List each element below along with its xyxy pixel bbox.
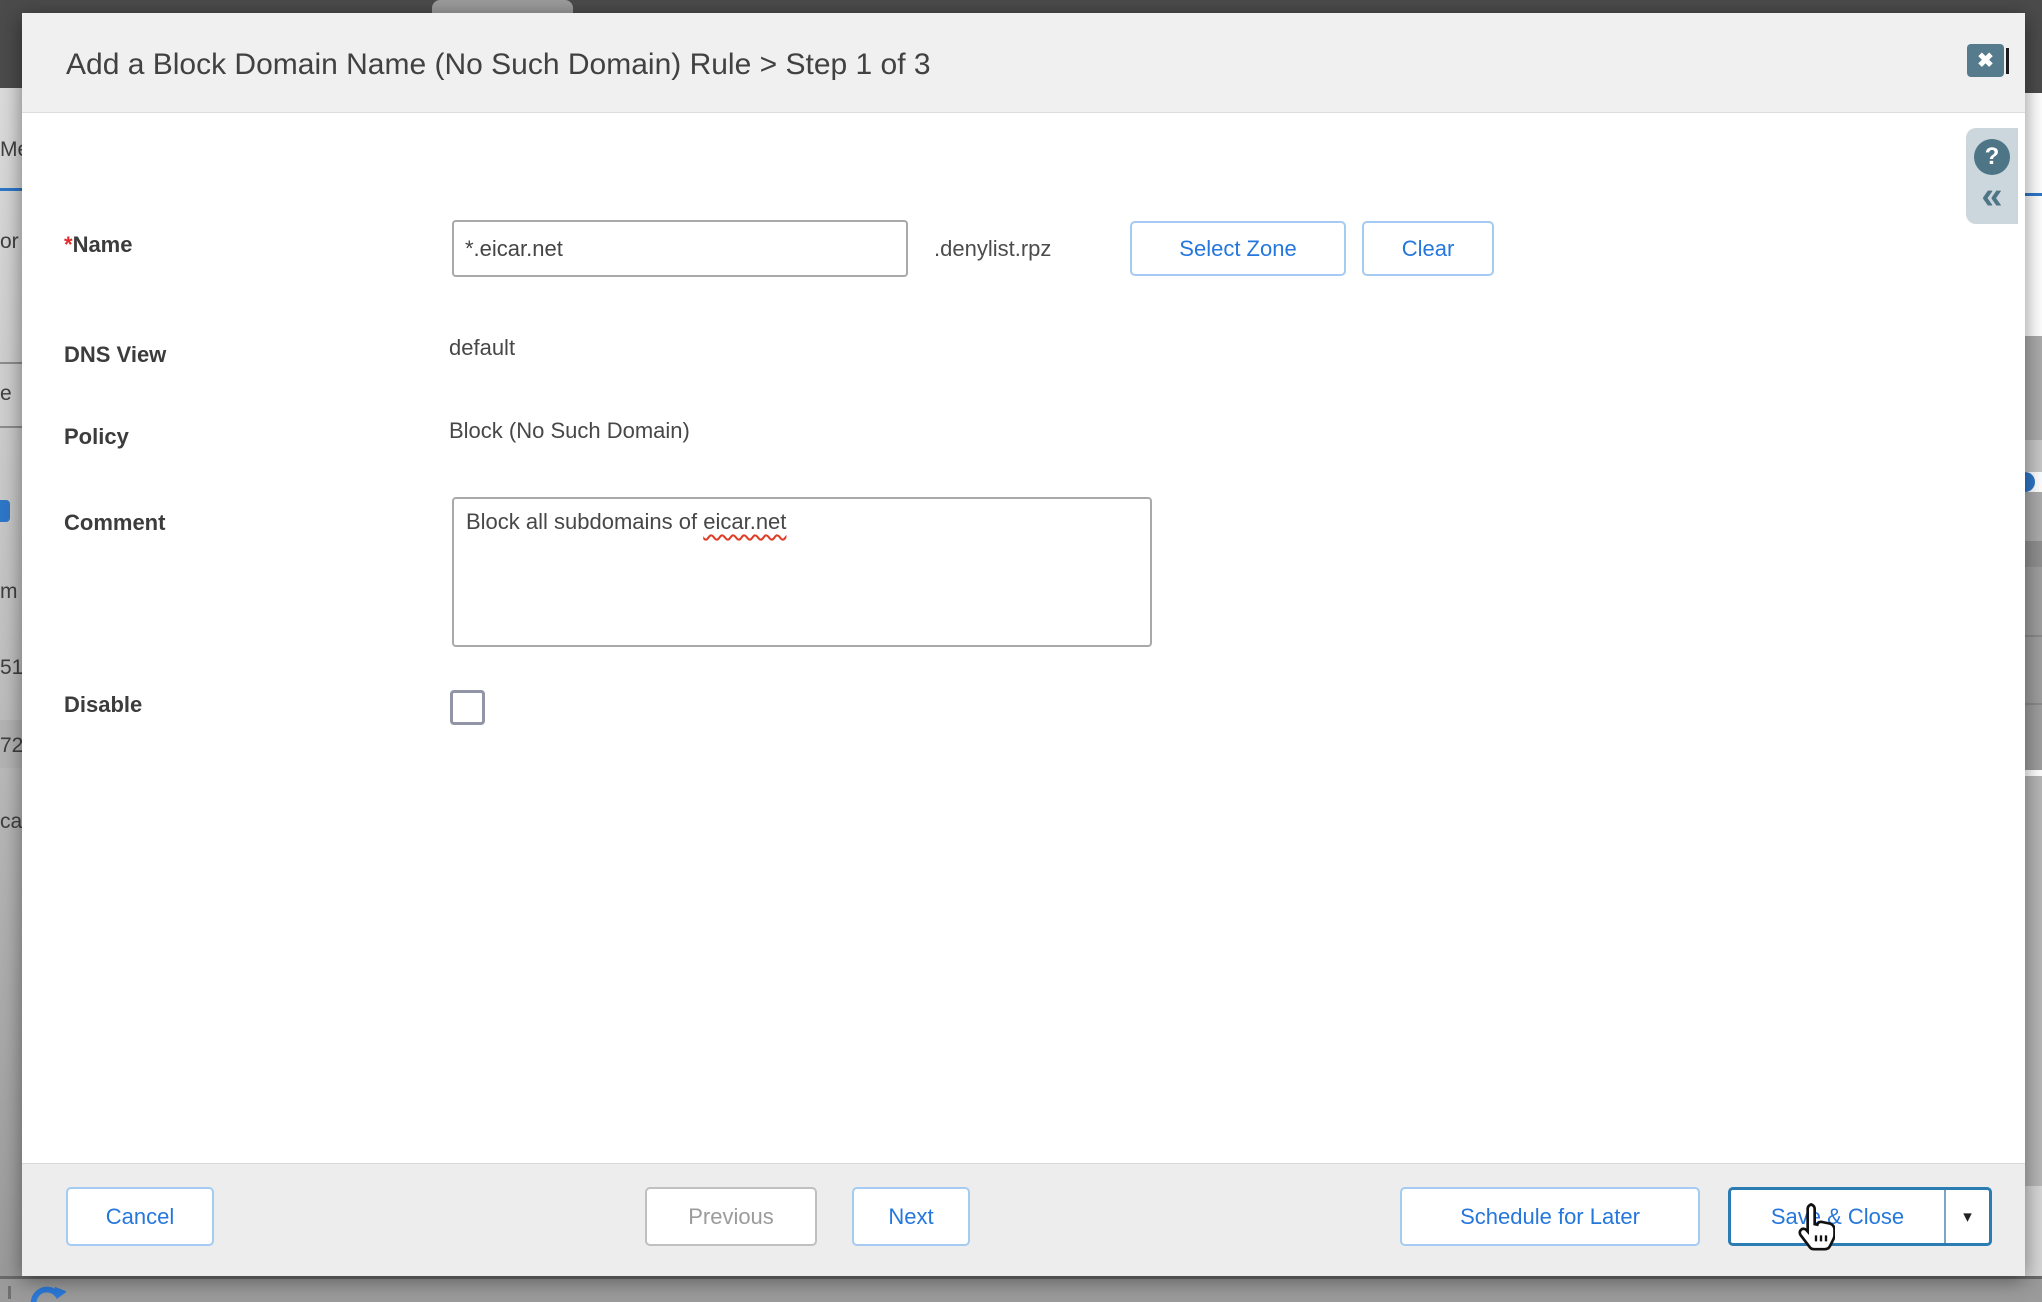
background-toolbar-right	[2025, 0, 2042, 93]
background-text-fragment: 51	[0, 656, 22, 680]
background-toolbar	[0, 0, 2042, 13]
background-block	[2025, 541, 2042, 567]
background-block	[2025, 336, 2042, 440]
background-text-fragment: or	[0, 230, 19, 254]
background-tick	[8, 1286, 11, 1299]
screen: Me or e m 51 72 ca	[0, 0, 2042, 1302]
window-edge-fragment	[2006, 48, 2009, 74]
cancel-button[interactable]: Cancel	[66, 1187, 214, 1246]
name-label: *Name	[64, 232, 132, 258]
background-bottom-bar	[0, 1276, 2042, 1302]
clear-button[interactable]: Clear	[1362, 221, 1494, 276]
dialog: Add a Block Domain Name (No Such Domain)…	[22, 13, 2025, 1276]
background-block	[2025, 492, 2042, 541]
background-tab-underline	[0, 188, 22, 191]
name-input[interactable]	[452, 220, 908, 277]
background-text-fragment: e	[0, 382, 12, 406]
next-button[interactable]: Next	[852, 1187, 970, 1246]
background-text-fragment: ca	[0, 810, 22, 834]
save-options-dropdown-button[interactable]: ▾	[1944, 1190, 1989, 1243]
background-toolbar-left	[0, 0, 22, 88]
zone-suffix: .denylist.rpz	[934, 220, 1051, 277]
help-icon: ?	[1985, 143, 2000, 170]
dns-view-value: default	[449, 335, 515, 361]
policy-label: Policy	[64, 424, 129, 450]
collapse-button[interactable]: «	[1981, 179, 2002, 213]
schedule-for-later-button[interactable]: Schedule for Later	[1400, 1187, 1700, 1246]
background-icon-fragment	[2025, 472, 2035, 492]
background-block	[2025, 440, 2042, 472]
refresh-icon	[28, 1283, 66, 1302]
background-text-fragment: Me	[0, 138, 22, 162]
background-tab	[432, 0, 573, 13]
help-button[interactable]: ?	[1974, 139, 2010, 175]
background-text-fragment: m	[0, 580, 18, 604]
chevron-down-icon: ▾	[1963, 1207, 1972, 1227]
previous-button[interactable]: Previous	[645, 1187, 817, 1246]
disable-checkbox[interactable]	[450, 690, 485, 725]
comment-text: Block all subdomains of	[466, 509, 703, 534]
background-table-rows	[2025, 567, 2042, 770]
comment-textarea[interactable]: Block all subdomains of eicar.net	[452, 497, 1152, 647]
background-tab-underline	[2025, 193, 2042, 196]
background-icon-fragment	[0, 500, 10, 522]
save-close-split-button: Save & Close ▾	[1728, 1187, 1992, 1246]
select-zone-button[interactable]: Select Zone	[1130, 221, 1346, 276]
close-button[interactable]: ✖	[1967, 44, 2004, 77]
background-text-fragment: 72	[0, 734, 22, 758]
background-block	[2025, 1186, 2042, 1276]
save-close-button[interactable]: Save & Close	[1731, 1190, 1944, 1243]
dns-view-label: DNS View	[64, 342, 166, 368]
help-panel: ? «	[1966, 128, 2018, 224]
dialog-header: Add a Block Domain Name (No Such Domain)…	[22, 13, 2025, 113]
background-block	[2025, 776, 2042, 1186]
required-asterisk: *	[64, 232, 73, 257]
policy-value: Block (No Such Domain)	[449, 418, 690, 444]
disable-label: Disable	[64, 692, 142, 718]
background-left-strip: Me or e m 51 72 ca	[0, 88, 22, 1276]
collapse-icon: «	[1981, 175, 2002, 217]
close-icon: ✖	[1977, 51, 1994, 71]
background-right-strip	[2025, 93, 2042, 1276]
comment-text-misspelled: eicar.net	[703, 509, 786, 534]
dialog-title: Add a Block Domain Name (No Such Domain)…	[66, 13, 931, 113]
comment-label: Comment	[64, 510, 165, 536]
dialog-footer	[22, 1163, 2025, 1276]
name-label-text: Name	[73, 232, 133, 257]
background-divider	[0, 426, 22, 428]
